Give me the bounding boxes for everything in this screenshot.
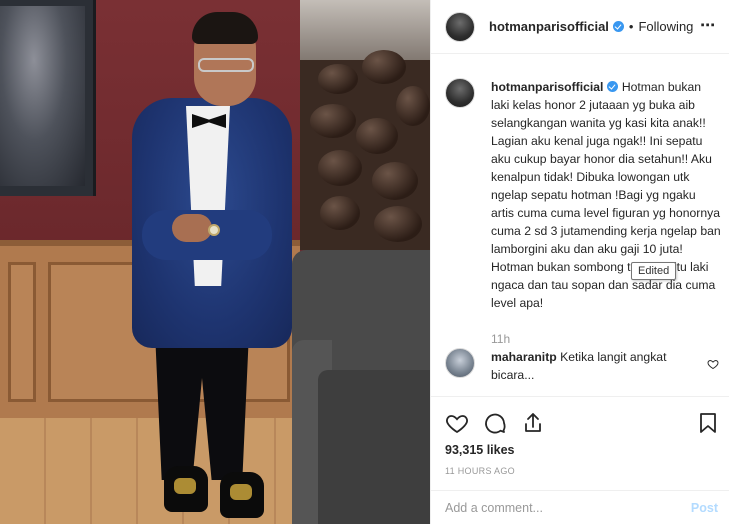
author-username[interactable]: hotmanparisofficial [489, 19, 609, 34]
verified-badge-icon [607, 81, 619, 92]
likes-count[interactable]: 93,315 likes [445, 443, 515, 457]
comment-bubble-icon[interactable] [483, 411, 507, 435]
comment-username[interactable]: maharanitp [491, 350, 557, 364]
caption-time[interactable]: 11h [491, 330, 721, 348]
photo-bean [362, 50, 406, 84]
caption-username[interactable]: hotmanparisofficial [491, 80, 603, 94]
post-time-ago[interactable]: 11 HOURS AGO [445, 466, 515, 476]
post-caption: hotmanparisofficial Hotman bukan laki ke… [445, 78, 721, 348]
photo-bean [310, 104, 356, 138]
add-comment-input[interactable] [445, 500, 665, 515]
photo-wall-painting [0, 0, 96, 196]
comment-like-heart-icon[interactable] [707, 357, 719, 375]
post-side-panel: hotmanparisofficial • Following ⋯ hotman… [430, 0, 729, 524]
photo-bean [356, 118, 398, 154]
photo-bean [396, 86, 430, 126]
verified-badge-icon [612, 21, 624, 32]
photo-bean [318, 150, 362, 186]
photo-person [112, 10, 302, 520]
header-separator: • [628, 19, 634, 34]
post-photo[interactable] [0, 0, 430, 524]
edited-tooltip: Edited [631, 262, 677, 280]
photo-bean [318, 64, 358, 94]
commenter-avatar[interactable] [445, 348, 475, 378]
comment-item: maharanitp Ketika langit angkat bicara..… [445, 348, 721, 384]
photo-sofa [292, 250, 430, 524]
ellipsis-icon[interactable]: ⋯ [700, 18, 716, 33]
caption-text: Hotman bukan laki kelas honor 2 jutaaan … [491, 80, 721, 310]
bookmark-icon[interactable] [696, 411, 720, 435]
like-heart-icon[interactable] [445, 411, 469, 435]
post-comment-button[interactable]: Post [691, 501, 718, 515]
share-icon[interactable] [521, 411, 545, 435]
caption-author-avatar[interactable] [445, 78, 475, 108]
photo-panel [8, 262, 36, 402]
photo-bean [320, 196, 360, 230]
add-comment-bar: Post [431, 490, 729, 524]
following-button[interactable]: Following [638, 19, 693, 34]
post-header: hotmanparisofficial • Following ⋯ [431, 0, 729, 54]
photo-bean [372, 162, 418, 200]
photo-bean [374, 206, 422, 242]
author-avatar[interactable] [445, 11, 475, 42]
photo-poster [300, 0, 430, 60]
